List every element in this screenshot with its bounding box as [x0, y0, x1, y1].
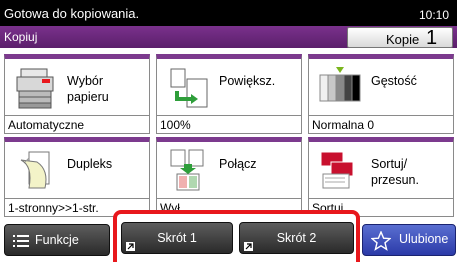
- tile-label: Powiększ.: [219, 74, 276, 88]
- tile-value: Normalna 0: [309, 115, 453, 133]
- shortcut-2-button[interactable]: Skrót 2: [239, 222, 354, 254]
- tile-label: Wybór papieru: [67, 74, 109, 104]
- title-bar: Kopiuj Kopie 1: [0, 26, 457, 49]
- tile-label: Połącz: [219, 157, 257, 171]
- tile-value: Automatyczne: [5, 115, 149, 133]
- collate-offset-icon: [320, 151, 354, 189]
- tile-label: Gęstość: [371, 74, 417, 88]
- star-icon: [371, 231, 391, 251]
- clock: 10:10: [418, 8, 449, 22]
- status-bar: Gotowa do kopiowania. 10:10: [0, 0, 457, 26]
- shortcut-icon: [244, 242, 253, 251]
- functions-label: Funkcje: [35, 233, 79, 247]
- status-message: Gotowa do kopiowania.: [4, 6, 140, 21]
- duplex-icon: [20, 151, 50, 189]
- paper-selection-icon: [16, 68, 54, 109]
- tile-paper-selection[interactable]: Wybór papieru Automatyczne: [4, 54, 150, 134]
- tile-label: Dupleks: [67, 157, 113, 171]
- screen-title: Kopiuj: [4, 30, 38, 44]
- tile-label: Sortuj/ przesun.: [371, 157, 419, 187]
- shortcut-1-label: Skrót 1: [157, 231, 197, 245]
- favorites-button[interactable]: Ulubione: [362, 224, 456, 256]
- list-icon: [13, 235, 29, 247]
- tile-zoom[interactable]: Powiększ. 100%: [156, 54, 302, 134]
- shortcut-1-button[interactable]: Skrót 1: [121, 222, 233, 254]
- functions-button[interactable]: Funkcje: [4, 224, 110, 256]
- zoom-icon: [170, 68, 208, 108]
- tile-combine[interactable]: Połącz Wył.: [156, 137, 302, 217]
- copies-count: 1: [426, 27, 438, 49]
- favorites-label: Ulubione: [399, 232, 449, 246]
- density-icon: [319, 67, 361, 102]
- shortcut-2-label: Skrót 2: [276, 231, 317, 245]
- tile-density[interactable]: Gęstość Normalna 0: [308, 54, 454, 134]
- tile-collate-offset[interactable]: Sortuj/ przesun. Sortuj: [308, 137, 454, 217]
- tile-value: 100%: [157, 115, 301, 133]
- copies-button[interactable]: Kopie 1: [347, 27, 453, 49]
- shortcut-highlight: Skrót 1 Skrót 2: [113, 210, 360, 262]
- copies-label: Kopie: [386, 32, 420, 47]
- combine-icon: [170, 149, 204, 191]
- tile-duplex[interactable]: Dupleks 1-stronny>>1-str.: [4, 137, 150, 217]
- shortcut-icon: [126, 242, 135, 251]
